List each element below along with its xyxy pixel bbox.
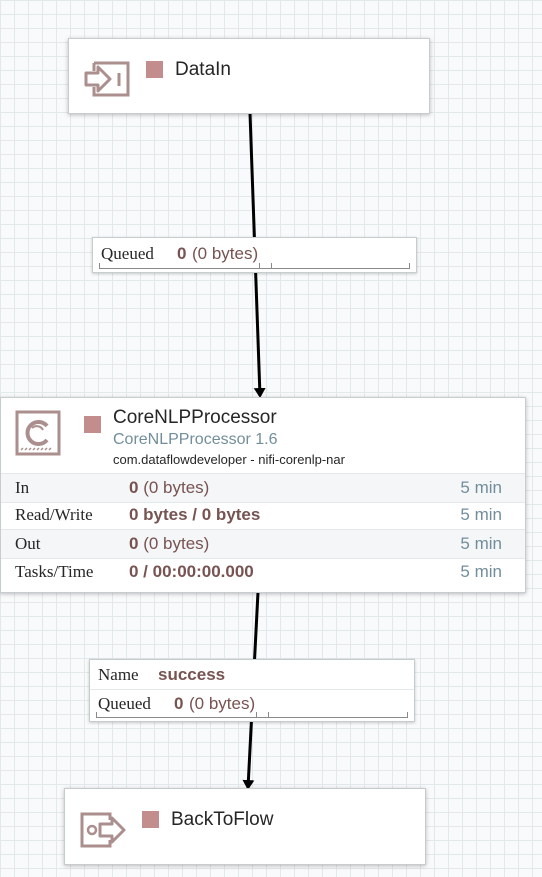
connection-name: success [158, 665, 226, 684]
stats-value: 0 (0 bytes) [129, 534, 210, 553]
connection-in-label[interactable]: Queued 0 (0 bytes) [92, 237, 417, 273]
queued-label: Queued [98, 694, 151, 713]
stats-window: 5 min [460, 505, 502, 524]
stats-value: 0 / 00:00:00.000 [129, 562, 254, 581]
stopped-status-icon [84, 416, 101, 433]
input-port[interactable]: DataIn [68, 38, 430, 114]
stats-row-in: In 0 (0 bytes) 5 min [1, 473, 525, 503]
stopped-status-icon [142, 811, 159, 828]
output-port[interactable]: BackToFlow [64, 788, 426, 865]
queued-label: Queued [101, 244, 154, 263]
stats-window: 5 min [460, 562, 502, 581]
stats-label: Tasks/Time [15, 562, 94, 581]
stats-window: 5 min [460, 534, 502, 553]
stats-label: Read/Write [15, 505, 93, 524]
queued-count: 0 [177, 244, 187, 263]
stats-value: 0 bytes / 0 bytes [129, 505, 261, 524]
name-row: Name success [90, 665, 414, 687]
queued-size: (0 bytes) [189, 694, 256, 713]
processor[interactable]: CoreNLPProcessor CoreNLPProcessor 1.6 co… [0, 397, 526, 593]
input-port-name: DataIn [175, 59, 231, 80]
stopped-status-icon [146, 61, 163, 78]
queued-size: (0 bytes) [192, 244, 259, 263]
processor-bundle: com.dataflowdeveloper - nifi-corenlp-nar [113, 452, 345, 467]
stats-window: 5 min [460, 478, 502, 497]
stats-row-out: Out 0 (0 bytes) 5 min [1, 529, 525, 559]
processor-icon [15, 410, 61, 456]
output-port-name: BackToFlow [171, 809, 274, 830]
stats-row-read-write: Read/Write 0 bytes / 0 bytes 5 min [1, 501, 525, 529]
connection-out-label[interactable]: Name success Queued 0 (0 bytes) [89, 659, 415, 722]
stats-value: 0 (0 bytes) [129, 478, 210, 497]
input-port-icon [84, 61, 130, 97]
queue-progress-bars [96, 712, 408, 718]
output-port-icon [80, 812, 126, 848]
stats-row-tasks-time: Tasks/Time 0 / 00:00:00.000 5 min [1, 558, 525, 586]
processor-type: CoreNLPProcessor 1.6 [113, 431, 278, 448]
processor-name: CoreNLPProcessor [113, 407, 277, 428]
divider [90, 689, 414, 690]
stats-label: In [15, 478, 30, 497]
name-label: Name [98, 665, 139, 684]
queue-progress-bars [99, 263, 410, 269]
queued-count: 0 [174, 694, 184, 713]
stats-label: Out [15, 534, 41, 553]
